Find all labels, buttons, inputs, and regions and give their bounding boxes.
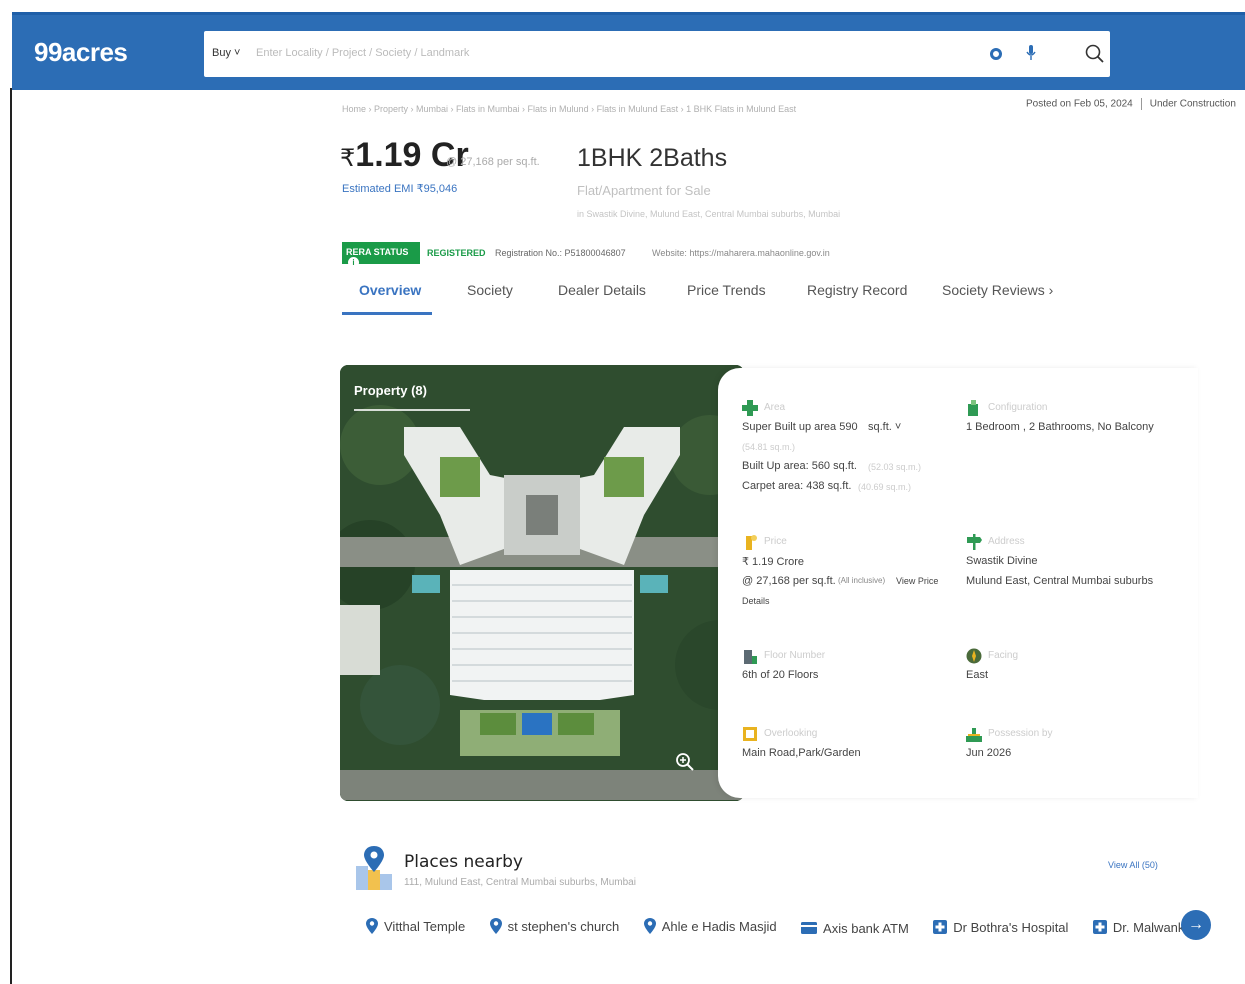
places-nearby-title: Places nearby: [404, 852, 523, 872]
built-up-area: Built Up area: 560 sq.ft.: [742, 460, 857, 472]
arrow-right-icon: →: [1188, 916, 1204, 933]
tab-society[interactable]: Society: [467, 282, 513, 298]
listing-address: in Swastik Divine, Mulund East, Central …: [577, 209, 841, 219]
places-nearby-icon: [356, 846, 392, 890]
place-chip[interactable]: Ahle e Hadis Masjid: [643, 918, 777, 934]
left-border: [10, 88, 12, 984]
search-input[interactable]: Enter Locality / Project / Society / Lan…: [256, 47, 469, 59]
place-chip[interactable]: Vitthal Temple: [366, 918, 465, 934]
tab-registry-record[interactable]: Registry Record: [807, 282, 907, 298]
page: 99acres Buy ˅ Enter Locality / Project /…: [0, 0, 1245, 984]
photo-count-label: Property (8): [354, 383, 427, 398]
places-nearby-address: 111, Mulund East, Central Mumbai suburbs…: [404, 877, 636, 888]
possession-icon: [966, 728, 982, 742]
tab-overview[interactable]: Overview: [359, 282, 421, 298]
pin-icon: [489, 918, 502, 934]
pin-icon: [643, 918, 656, 934]
posted-date: Posted on Feb 05, 2024: [1026, 98, 1133, 110]
tab-society-reviews[interactable]: Society Reviews ›: [942, 282, 1053, 298]
hospital-icon: [933, 920, 948, 934]
listing-title: 1BHK 2Baths: [577, 144, 728, 172]
tab-price-trends[interactable]: Price Trends: [687, 282, 766, 298]
super-built-area: Super Built up area 590: [742, 421, 858, 433]
configuration-icon: [968, 400, 978, 416]
floor-icon: [744, 650, 757, 664]
mic-icon[interactable]: [1026, 45, 1036, 61]
rera-registration: Registration No.: P51800046807: [495, 248, 626, 258]
hospital-icon: [1092, 920, 1107, 934]
property-photo[interactable]: Property (8): [340, 365, 744, 801]
rera-badge[interactable]: RERA STATUSi: [342, 242, 420, 268]
breadcrumb[interactable]: Home › Property › Mumbai › Flats in Mumb…: [342, 104, 796, 114]
photo-title-underline: [354, 409, 470, 411]
view-price-details-link[interactable]: View Price: [896, 576, 938, 586]
price-per-sqft: @ 27,168 per sq.ft.: [446, 156, 540, 168]
aerial-building-image: [340, 365, 744, 801]
place-chip[interactable]: Dr Bothra's Hospital: [933, 920, 1068, 935]
search-icon[interactable]: [1084, 43, 1106, 65]
construction-status: Under Construction: [1149, 98, 1236, 110]
emi-link[interactable]: Estimated EMI ₹95,046: [342, 182, 457, 195]
search-mode-dropdown[interactable]: Buy ˅: [212, 47, 240, 59]
top-strip: [0, 0, 1245, 12]
atm-icon: [801, 922, 818, 934]
active-tab-indicator: [342, 312, 432, 315]
signpost-icon: [967, 534, 982, 550]
places-list: Vitthal Temple st stephen's church Ahle …: [366, 918, 1196, 942]
tab-dealer-details[interactable]: Dealer Details: [558, 282, 646, 298]
rera-status: REGISTERED: [427, 248, 486, 258]
search-bar[interactable]: Buy ˅ Enter Locality / Project / Society…: [204, 31, 1110, 77]
zoom-icon[interactable]: [674, 751, 696, 773]
pin-icon: [366, 918, 378, 934]
place-chip[interactable]: st stephen's church: [489, 918, 619, 934]
property-details-card: Area Super Built up area 590 sq.ft. ˅ (5…: [718, 368, 1198, 798]
info-icon[interactable]: i: [348, 257, 359, 268]
site-logo[interactable]: 99acres: [34, 37, 128, 68]
places-next-button[interactable]: →: [1181, 910, 1211, 940]
header-bar: 99acres Buy ˅ Enter Locality / Project /…: [12, 12, 1245, 90]
window-icon: [743, 727, 757, 741]
listing-subtitle: Flat/Apartment for Sale: [577, 183, 711, 198]
area-unit-dropdown[interactable]: sq.ft. ˅: [868, 421, 901, 433]
carpet-area: Carpet area: 438 sq.ft.: [742, 480, 852, 492]
rera-website[interactable]: Website: https://maharera.mahaonline.gov…: [652, 248, 830, 258]
posted-info: Posted on Feb 05, 2024 Under Construction: [1026, 98, 1236, 110]
compass-icon: [966, 648, 982, 664]
place-chip[interactable]: Axis bank ATM: [801, 921, 909, 936]
view-all-places-link[interactable]: View All (50): [1108, 860, 1158, 870]
area-icon: [742, 400, 758, 416]
location-icon[interactable]: [990, 48, 1002, 60]
price-tag-icon: [746, 535, 757, 550]
